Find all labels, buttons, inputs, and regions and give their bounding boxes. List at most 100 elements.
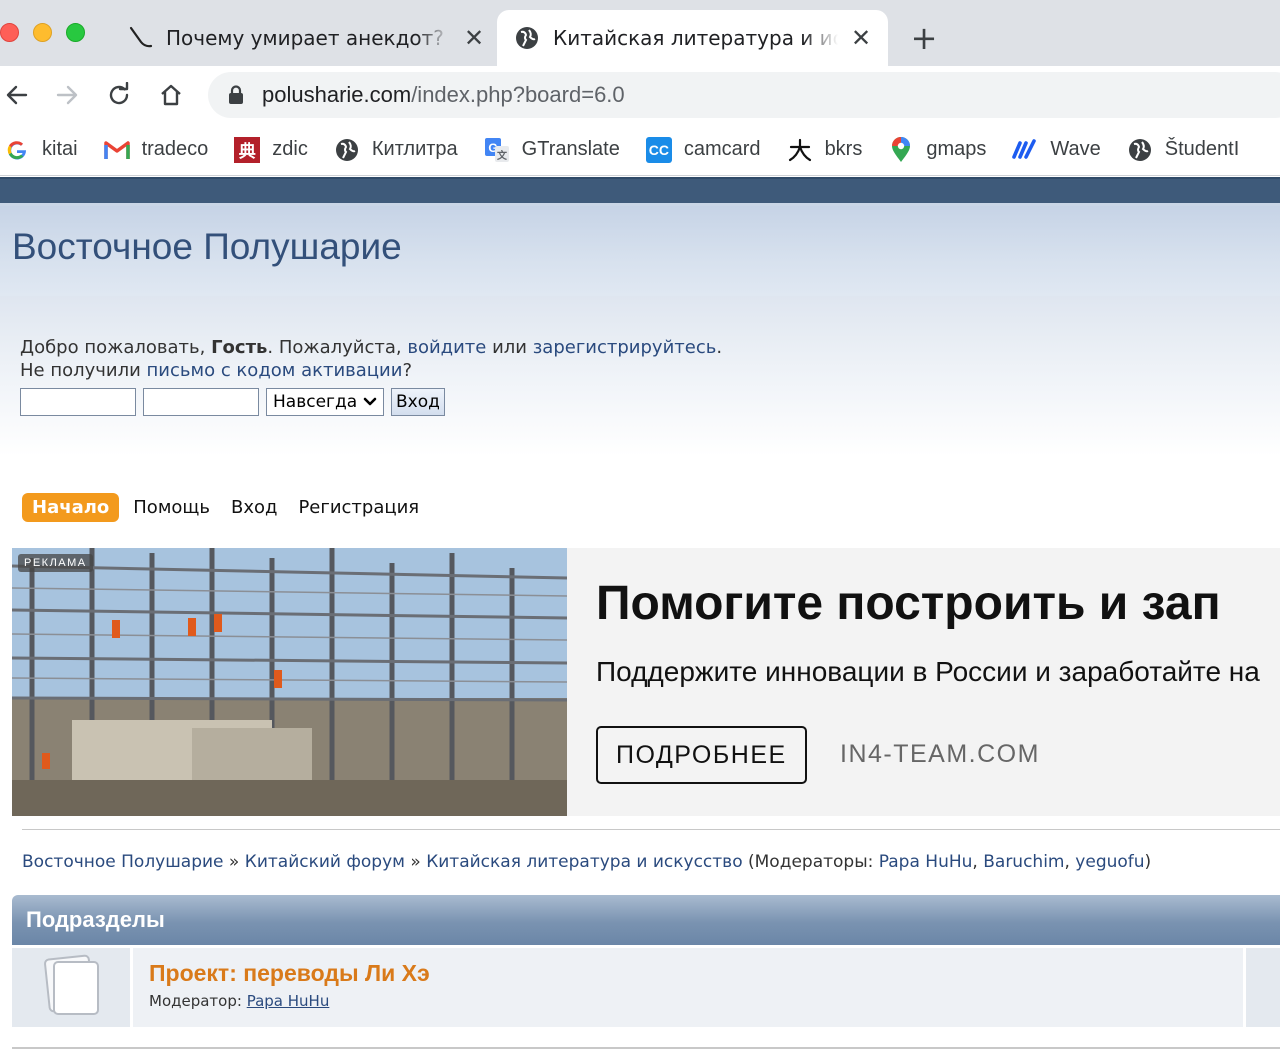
browser-toolbar: polusharie.com/index.php?board=6.0 bbox=[0, 66, 1280, 124]
bookmark-label: GTranslate bbox=[521, 138, 620, 160]
globe-icon bbox=[1127, 137, 1153, 163]
menu-item-login[interactable]: Вход bbox=[231, 497, 277, 518]
bookmark-zdic[interactable]: 典 zdic bbox=[234, 136, 308, 163]
browser-tab-active[interactable]: Китайская литература и иску ✕ bbox=[497, 10, 888, 66]
arrow-right-icon bbox=[56, 85, 78, 105]
back-button[interactable] bbox=[0, 78, 34, 112]
pen-icon bbox=[126, 24, 154, 52]
tab-title: Почему умирает анекдот? Ис bbox=[166, 26, 451, 50]
breadcrumb-separator: » bbox=[223, 852, 245, 872]
bookmark-bkrs[interactable]: bkrs bbox=[787, 137, 863, 163]
user-section: Добро пожаловать, Гость. Пожалуйста, вой… bbox=[0, 296, 1280, 456]
activation-end: ? bbox=[402, 360, 413, 381]
breadcrumb-link[interactable]: Китайская литература и искусство bbox=[426, 852, 742, 872]
breadcrumb-link[interactable]: Восточное Полушарие bbox=[22, 852, 224, 872]
moderator-link[interactable]: Papa HuHu bbox=[879, 852, 973, 872]
home-button[interactable] bbox=[154, 78, 188, 112]
bookmark-tradeco[interactable]: tradeco bbox=[103, 137, 209, 163]
bookmark-gtranslate[interactable]: G文 GTranslate bbox=[484, 137, 620, 163]
bookmark-label: gmaps bbox=[926, 138, 987, 160]
breadcrumb-link[interactable]: Китайский форум bbox=[245, 852, 405, 872]
globe-icon bbox=[513, 24, 541, 52]
breadcrumb: Восточное Полушарие » Китайский форум » … bbox=[22, 852, 1152, 872]
board-name-link[interactable]: Проект: переводы Ли Хэ bbox=[149, 960, 430, 987]
welcome-or: или bbox=[486, 337, 533, 358]
login-submit-button[interactable]: Вход bbox=[391, 388, 445, 416]
browser-tab-inactive[interactable]: Почему умирает анекдот? Ис ✕ bbox=[110, 10, 495, 66]
board-moderator: Модератор: Papa HuHu bbox=[149, 992, 329, 1010]
ad-construction-photo: РЕКЛАМА bbox=[12, 548, 567, 816]
wave-icon bbox=[1012, 137, 1038, 163]
bookmark-label: zdic bbox=[272, 138, 308, 160]
home-icon bbox=[161, 84, 181, 106]
bookmark-label: tradeco bbox=[141, 138, 209, 160]
window-close-button[interactable] bbox=[0, 23, 19, 42]
advertisement-banner[interactable]: РЕКЛАМА Помогите построить и зап Поддерж… bbox=[12, 548, 1280, 816]
translate-icon: G文 bbox=[484, 137, 510, 163]
bookmark-gmaps[interactable]: gmaps bbox=[888, 136, 987, 163]
globe-icon bbox=[334, 137, 360, 163]
divider bbox=[22, 829, 1280, 830]
bookmark-kitai[interactable]: kitai bbox=[4, 137, 78, 163]
guest-name: Гость bbox=[211, 337, 268, 358]
camcard-icon: CC bbox=[645, 136, 672, 163]
bookmark-camcard[interactable]: CC camcard bbox=[645, 136, 761, 163]
ad-more-button[interactable]: ПОДРОБНЕЕ bbox=[596, 726, 807, 784]
moderator-link[interactable]: Papa HuHu bbox=[247, 992, 330, 1010]
bookmark-wave[interactable]: Wave bbox=[1012, 137, 1101, 163]
bookmark-kitlitra[interactable]: Китлитра bbox=[334, 137, 458, 163]
menu-item-help[interactable]: Помощь bbox=[133, 497, 210, 518]
moderator-link[interactable]: Baruchim bbox=[983, 852, 1064, 872]
session-duration-value: Навсегда bbox=[273, 392, 358, 412]
url-text: polusharie.com/index.php?board=6.0 bbox=[262, 82, 625, 108]
breadcrumb-separator: » bbox=[404, 852, 427, 872]
login-form: Навсегда Вход bbox=[20, 388, 445, 416]
login-link[interactable]: войдите bbox=[407, 337, 486, 358]
reload-icon bbox=[109, 82, 129, 105]
ad-domain[interactable]: IN4-TEAM.COM bbox=[840, 740, 1040, 769]
board-read-icon bbox=[44, 954, 99, 1015]
reload-button[interactable] bbox=[102, 78, 136, 112]
zdic-icon: 典 bbox=[234, 136, 261, 163]
window-minimize-button[interactable] bbox=[33, 23, 52, 42]
username-input[interactable] bbox=[20, 388, 136, 416]
activation-link[interactable]: письмо с кодом активации bbox=[147, 360, 403, 381]
url-path: /index.php?board=6.0 bbox=[411, 82, 625, 107]
board-moderator-label: Модератор: bbox=[149, 992, 247, 1010]
address-bar[interactable]: polusharie.com/index.php?board=6.0 bbox=[208, 72, 1280, 118]
ad-headline: Помогите построить и зап bbox=[596, 577, 1221, 630]
bookmark-label: camcard bbox=[683, 138, 761, 160]
category-title: Подразделы bbox=[26, 907, 165, 932]
maps-pin-icon bbox=[888, 136, 914, 163]
register-link[interactable]: зарегистрируйтесь bbox=[533, 337, 717, 358]
window-zoom-button[interactable] bbox=[66, 23, 85, 42]
password-input[interactable] bbox=[143, 388, 259, 416]
menu-item-register[interactable]: Регистрация bbox=[298, 497, 419, 518]
forum-header: Восточное Полушарие bbox=[0, 206, 1280, 296]
activation-prefix: Не получили bbox=[20, 360, 147, 381]
forum-title: Восточное Полушарие bbox=[12, 226, 402, 267]
main-menu: Начало Помощь Вход Регистрация bbox=[22, 493, 440, 522]
moderator-link[interactable]: yeguofu bbox=[1075, 852, 1144, 872]
board-stats-cell bbox=[1246, 948, 1280, 1027]
welcome-end: . bbox=[716, 337, 723, 358]
session-duration-select[interactable]: Навсегда bbox=[266, 388, 384, 416]
lock-icon bbox=[229, 85, 243, 104]
menu-item-home[interactable]: Начало bbox=[22, 493, 120, 522]
new-tab-button[interactable]: + bbox=[906, 20, 942, 56]
ad-subtitle: Поддержите инновации в России и заработа… bbox=[596, 656, 1260, 687]
svg-text:文: 文 bbox=[497, 149, 508, 162]
ad-label: РЕКЛАМА bbox=[18, 554, 93, 572]
bookmark-student[interactable]: ŠtudentI bbox=[1127, 137, 1239, 163]
moderators-prefix: (Модераторы: bbox=[742, 852, 879, 872]
bookmark-label: bkrs bbox=[824, 138, 863, 160]
tab-close-icon[interactable]: ✕ bbox=[848, 24, 874, 52]
browser-tab-bar: Почему умирает анекдот? Ис ✕ Китайская л… bbox=[0, 0, 1280, 66]
forward-button[interactable] bbox=[50, 78, 84, 112]
divider bbox=[12, 1047, 1280, 1049]
tab-close-icon[interactable]: ✕ bbox=[461, 24, 487, 52]
bookmark-label: Китлитра bbox=[371, 138, 458, 160]
welcome-text: Добро пожаловать, Гость. Пожалуйста, вой… bbox=[20, 336, 722, 382]
board-status-cell bbox=[12, 948, 130, 1027]
tab-title: Китайская литература и иску bbox=[553, 26, 838, 50]
